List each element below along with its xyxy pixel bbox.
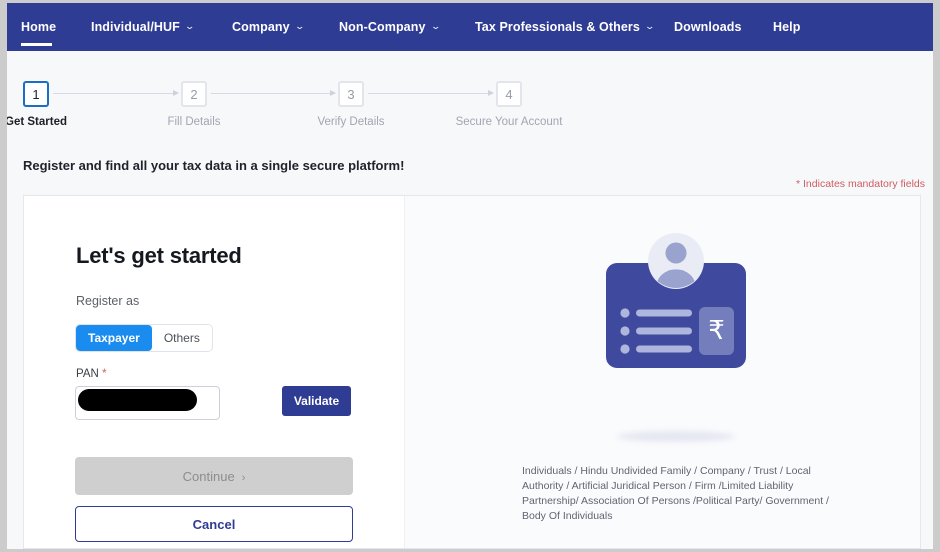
pan-input[interactable]: [75, 386, 220, 420]
page-content: Home Individual/HUF ⌄ Company ⌄ Non-Comp…: [7, 3, 933, 549]
eligible-entities-text: Individuals / Hindu Undivided Family / C…: [522, 465, 829, 522]
chevron-right-icon: ›: [241, 471, 246, 484]
nav-item-home[interactable]: Home: [21, 3, 56, 51]
chevron-down-icon: ⌄: [293, 20, 306, 31]
toggle-option-taxpayer[interactable]: Taxpayer: [76, 325, 152, 351]
active-nav-indicator: [21, 43, 52, 46]
nav-item-label: Downloads: [674, 20, 742, 34]
required-asterisk: *: [102, 366, 107, 380]
browser-viewport: Home Individual/HUF ⌄ Company ⌄ Non-Comp…: [0, 0, 940, 552]
info-panel: ₹ Individuals / Hindu Undivided Family /…: [404, 196, 920, 548]
stepper-step-secure-your-account[interactable]: 4 Secure Your Account: [456, 81, 562, 128]
stepper-connector-2: [211, 90, 336, 96]
nav-item-label: Tax Professionals & Others: [475, 20, 640, 34]
stepper-step-get-started[interactable]: 1 Get Started: [7, 81, 67, 128]
toggle-option-others[interactable]: Others: [151, 325, 212, 351]
step-label: Get Started: [7, 116, 67, 128]
nav-item-downloads[interactable]: Downloads: [674, 3, 742, 51]
step-label: Verify Details: [317, 116, 385, 128]
registration-card: Let's get started Register as Taxpayer O…: [23, 195, 921, 549]
step-number-badge: 1: [23, 81, 49, 107]
page-headline: Register and find all your tax data in a…: [23, 158, 405, 173]
nav-item-label: Company: [232, 20, 290, 34]
nav-item-label: Home: [21, 20, 57, 34]
stepper-connector-1: [53, 90, 179, 96]
main-navigation-bar: Home Individual/HUF ⌄ Company ⌄ Non-Comp…: [7, 3, 933, 51]
stepper-step-verify-details[interactable]: 3 Verify Details: [317, 81, 385, 128]
chevron-down-icon: ⌄: [184, 20, 196, 31]
nav-item-label: Help: [773, 20, 801, 34]
nav-item-label: Non-Company: [339, 20, 426, 34]
step-label: Fill Details: [167, 116, 221, 128]
id-card-illustration: ₹: [606, 233, 746, 368]
stepper-step-fill-details[interactable]: 2 Fill Details: [167, 81, 221, 128]
pan-field-label: PAN *: [76, 366, 107, 380]
nav-item-label: Individual/HUF: [91, 20, 180, 34]
page-title: Let's get started: [76, 243, 242, 268]
stepper-connector-3: [368, 90, 494, 96]
register-as-label: Register as: [76, 294, 140, 308]
nav-item-company[interactable]: Company ⌄: [232, 3, 306, 51]
continue-label: Continue: [182, 468, 235, 484]
pan-label-text: PAN: [76, 368, 99, 380]
continue-button[interactable]: Continue ›: [75, 457, 353, 495]
step-label: Secure Your Account: [455, 116, 563, 128]
registration-form-panel: Let's get started Register as Taxpayer O…: [24, 196, 404, 548]
validate-button[interactable]: Validate: [282, 386, 351, 416]
step-number-badge: 3: [338, 81, 364, 107]
chevron-down-icon: ⌄: [644, 20, 656, 31]
nav-item-tax-professionals-others[interactable]: Tax Professionals & Others ⌄: [475, 3, 656, 51]
registration-progress-stepper: 1 Get Started 2 Fill Details 3 Verify De…: [7, 51, 933, 151]
nav-item-help[interactable]: Help: [773, 3, 801, 51]
mandatory-fields-note: * Indicates mandatory fields: [796, 178, 925, 190]
nav-item-non-company[interactable]: Non-Company ⌄: [339, 3, 441, 51]
illustration-shadow: [617, 431, 735, 442]
chevron-down-icon: ⌄: [429, 20, 441, 31]
register-as-toggle-group[interactable]: Taxpayer Others: [75, 324, 213, 352]
cancel-button[interactable]: Cancel: [75, 506, 353, 542]
svg-text:₹: ₹: [708, 315, 725, 345]
nav-item-individual-huf[interactable]: Individual/HUF ⌄: [91, 3, 196, 51]
step-number-badge: 2: [181, 81, 207, 107]
step-number-badge: 4: [496, 81, 522, 107]
